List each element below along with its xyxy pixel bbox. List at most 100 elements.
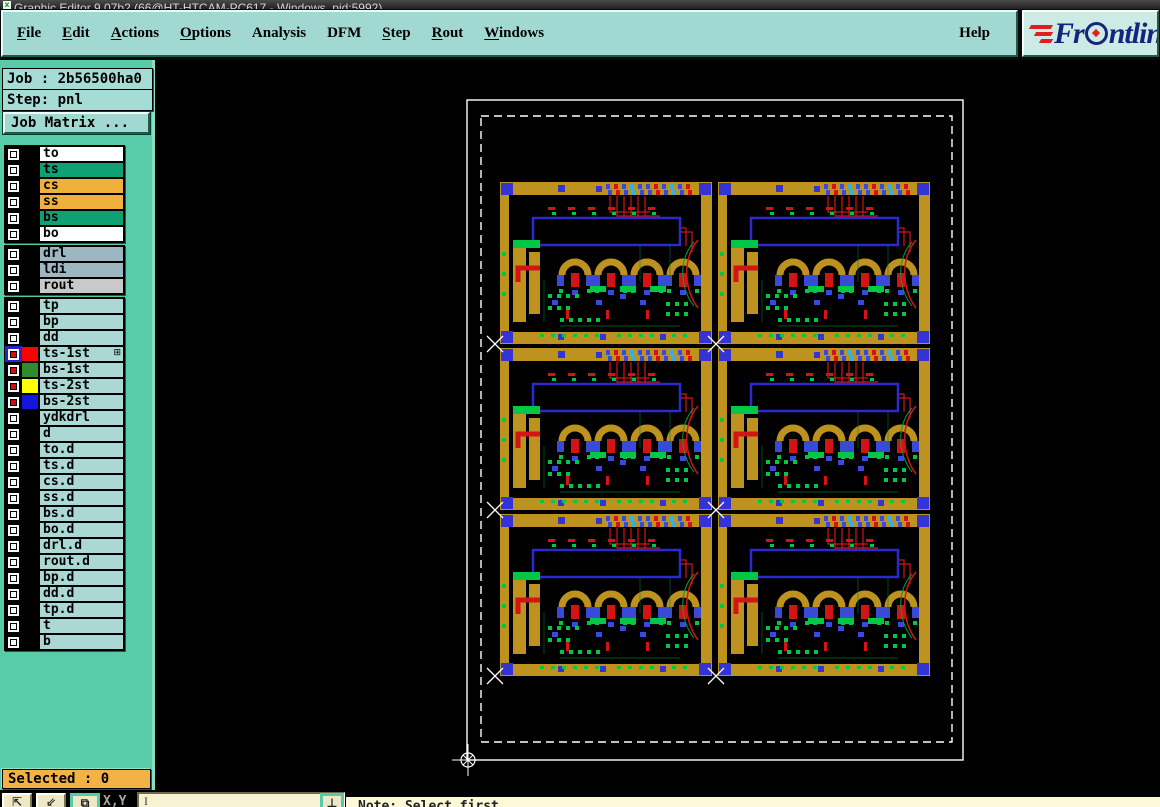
layer-row[interactable]: bs-1st — [5, 362, 124, 378]
layer-name[interactable]: dd — [39, 330, 124, 346]
layer-visibility-cell[interactable] — [5, 522, 22, 538]
layer-color-swatch[interactable] — [22, 491, 38, 505]
layer-name[interactable]: b — [39, 634, 124, 650]
layer-color-swatch[interactable] — [22, 555, 38, 569]
layer-row[interactable]: bs.d — [5, 506, 124, 522]
layer-name[interactable]: cs.d — [39, 474, 124, 490]
layer-row[interactable]: ts-2st — [5, 378, 124, 394]
layer-visibility-checkbox[interactable] — [8, 428, 19, 440]
layer-visibility-checkbox[interactable] — [8, 572, 19, 584]
layer-name[interactable]: bp — [39, 314, 124, 330]
pcb-board[interactable] — [500, 182, 712, 344]
layer-name[interactable]: drl.d — [39, 538, 124, 554]
pcb-board[interactable] — [718, 514, 930, 676]
layer-visibility-cell[interactable] — [5, 394, 22, 410]
layer-color-swatch[interactable] — [22, 279, 38, 293]
layer-visibility-checkbox[interactable] — [8, 180, 19, 192]
menu-item[interactable]: Options — [180, 25, 231, 42]
layer-row[interactable]: bp.d — [5, 570, 124, 586]
layer-visibility-cell[interactable] — [5, 426, 22, 442]
menu-item[interactable]: Step — [382, 25, 410, 42]
layer-name[interactable]: ts-2st — [39, 378, 124, 394]
layer-visibility-checkbox[interactable] — [8, 636, 19, 648]
layer-visibility-checkbox[interactable] — [8, 508, 19, 520]
layer-visibility-checkbox[interactable] — [8, 280, 19, 292]
layer-visibility-checkbox[interactable] — [8, 476, 19, 488]
layer-color-swatch[interactable] — [22, 315, 38, 329]
pcb-board[interactable] — [500, 514, 712, 676]
layer-visibility-checkbox[interactable] — [8, 380, 19, 392]
layer-visibility-cell[interactable] — [5, 278, 22, 294]
layer-color-swatch[interactable] — [22, 247, 38, 261]
layer-visibility-checkbox[interactable] — [8, 620, 19, 632]
layer-name[interactable]: t — [39, 618, 124, 634]
layer-visibility-checkbox[interactable] — [8, 228, 19, 240]
layer-visibility-cell[interactable] — [5, 362, 22, 378]
pcb-board[interactable] — [718, 182, 930, 344]
layer-visibility-cell[interactable] — [5, 490, 22, 506]
layer-name[interactable]: d — [39, 426, 124, 442]
command-input[interactable]: I — [137, 792, 345, 807]
menu-item[interactable]: Rout — [432, 25, 464, 42]
layer-name[interactable]: rout.d — [39, 554, 124, 570]
layer-color-swatch[interactable] — [22, 411, 38, 425]
menu-item[interactable]: Windows — [484, 25, 544, 42]
menu-item[interactable]: Analysis — [252, 25, 306, 42]
layer-visibility-cell[interactable] — [5, 246, 22, 262]
layer-row[interactable]: bs — [5, 210, 124, 226]
layer-name[interactable]: bs-2st — [39, 394, 124, 410]
layer-row[interactable]: ts-1st ⊞ — [5, 346, 124, 362]
layer-visibility-cell[interactable] — [5, 474, 22, 490]
layer-visibility-cell[interactable] — [5, 378, 22, 394]
layer-row[interactable]: rout — [5, 278, 124, 294]
layer-row[interactable]: dd.d — [5, 586, 124, 602]
layer-visibility-cell[interactable] — [5, 634, 22, 650]
cursor-sw-button[interactable]: ⇙ — [36, 793, 66, 807]
menu-item[interactable]: File — [17, 25, 41, 42]
layer-visibility-cell[interactable] — [5, 194, 22, 210]
layer-visibility-checkbox[interactable] — [8, 148, 19, 160]
layer-color-swatch[interactable] — [22, 635, 38, 649]
layer-name[interactable]: tp.d — [39, 602, 124, 618]
layer-visibility-checkbox[interactable] — [8, 412, 19, 424]
layer-row[interactable]: tp — [5, 298, 124, 314]
layer-visibility-cell[interactable] — [5, 226, 22, 242]
layer-color-swatch[interactable] — [22, 619, 38, 633]
layer-visibility-cell[interactable] — [5, 314, 22, 330]
editor-canvas[interactable] — [155, 60, 1160, 807]
layer-visibility-checkbox[interactable] — [8, 524, 19, 536]
layer-visibility-cell[interactable] — [5, 262, 22, 278]
layer-color-swatch[interactable] — [22, 443, 38, 457]
layer-row[interactable]: ldi — [5, 262, 124, 278]
layer-name[interactable]: ts — [39, 162, 124, 178]
layer-name[interactable]: rout — [39, 278, 124, 294]
layer-visibility-cell[interactable] — [5, 178, 22, 194]
menu-item[interactable]: Edit — [62, 25, 90, 42]
layer-row[interactable]: rout.d — [5, 554, 124, 570]
layer-row[interactable]: bo.d — [5, 522, 124, 538]
layer-name[interactable]: to — [39, 146, 124, 162]
os-titlebar[interactable]: x Graphic Editor 9.07b2 (66@HT-HTCAM-PC6… — [0, 0, 1160, 9]
layer-row[interactable]: cs.d — [5, 474, 124, 490]
layer-visibility-cell[interactable] — [5, 602, 22, 618]
layer-color-swatch[interactable] — [22, 427, 38, 441]
layer-name[interactable]: drl — [39, 246, 124, 262]
layer-row[interactable]: drl.d — [5, 538, 124, 554]
layer-visibility-cell[interactable] — [5, 210, 22, 226]
layer-name[interactable]: ldi — [39, 262, 124, 278]
layer-visibility-checkbox[interactable] — [8, 348, 19, 360]
layer-row[interactable]: bp — [5, 314, 124, 330]
layer-row[interactable]: drl — [5, 246, 124, 262]
cursor-nw-button[interactable]: ⇱ — [2, 793, 32, 807]
layer-color-swatch[interactable] — [22, 523, 38, 537]
layer-visibility-checkbox[interactable] — [8, 540, 19, 552]
layer-name[interactable]: ss — [39, 194, 124, 210]
layer-name[interactable]: bs — [39, 210, 124, 226]
anchor-button[interactable]: ⊥ — [320, 793, 344, 807]
layer-row[interactable]: to.d — [5, 442, 124, 458]
layer-visibility-checkbox[interactable] — [8, 332, 19, 344]
layer-visibility-cell[interactable] — [5, 506, 22, 522]
layer-visibility-cell[interactable] — [5, 586, 22, 602]
layer-visibility-cell[interactable] — [5, 330, 22, 346]
layer-visibility-checkbox[interactable] — [8, 196, 19, 208]
